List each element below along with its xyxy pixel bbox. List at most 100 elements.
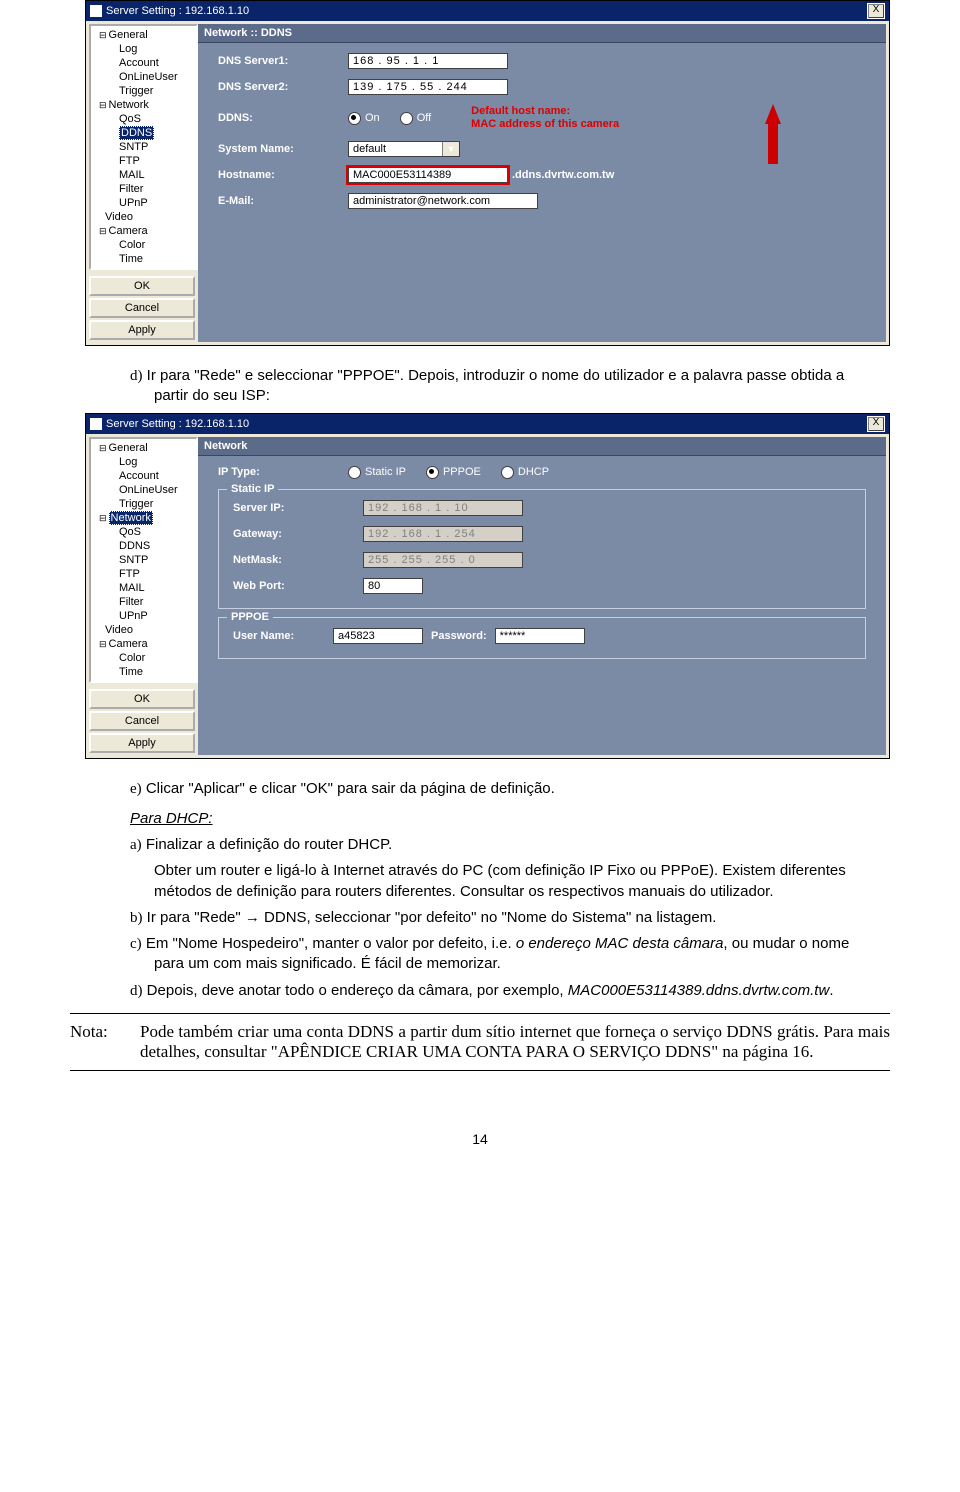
- tree-log[interactable]: Log: [91, 455, 196, 469]
- gateway-label: Gateway:: [233, 528, 363, 540]
- ddns-label: DDNS:: [218, 112, 348, 124]
- tree-account[interactable]: Account: [91, 469, 196, 483]
- username-label: User Name:: [233, 630, 333, 642]
- webport-field[interactable]: 80: [363, 578, 423, 594]
- tree-ftp[interactable]: FTP: [91, 567, 196, 581]
- tree-qos[interactable]: QoS: [91, 525, 196, 539]
- tree-video[interactable]: Video: [91, 623, 196, 637]
- fieldset-static-ip: Static IP Server IP: 192 . 168 . 1 . 10 …: [218, 489, 866, 609]
- cancel-button[interactable]: Cancel: [89, 711, 195, 731]
- dns1-label: DNS Server1:: [218, 55, 348, 67]
- close-icon[interactable]: X: [867, 3, 885, 19]
- app-icon: [90, 5, 102, 17]
- tree-color[interactable]: Color: [91, 651, 196, 665]
- app-icon: [90, 418, 102, 430]
- nav-tree[interactable]: General Log Account OnLineUser Trigger N…: [89, 437, 198, 683]
- window-ddns: Server Setting : 192.168.1.10 X General …: [85, 0, 890, 346]
- serverip-label: Server IP:: [233, 502, 363, 514]
- gateway-field: 192 . 168 . 1 . 254: [363, 526, 523, 542]
- password-field[interactable]: ******: [495, 628, 585, 644]
- dns1-field[interactable]: 168 . 95 . 1 . 1: [348, 53, 508, 69]
- iptype-dhcp-radio[interactable]: DHCP: [501, 466, 549, 479]
- tree-network[interactable]: Network: [91, 511, 196, 525]
- password-label: Password:: [431, 630, 487, 642]
- tree-onlineuser[interactable]: OnLineUser: [91, 70, 196, 84]
- tree-filter[interactable]: Filter: [91, 595, 196, 609]
- red-arrow-icon: [765, 104, 781, 164]
- tree-color[interactable]: Color: [91, 238, 196, 252]
- tree-mail[interactable]: MAIL: [91, 581, 196, 595]
- tree-onlineuser[interactable]: OnLineUser: [91, 483, 196, 497]
- tree-upnp[interactable]: UPnP: [91, 609, 196, 623]
- chevron-down-icon: ▼: [442, 142, 459, 156]
- dns2-label: DNS Server2:: [218, 81, 348, 93]
- ok-button[interactable]: OK: [89, 276, 195, 296]
- window-titlebar: Server Setting : 192.168.1.10 X: [86, 414, 889, 434]
- tree-upnp[interactable]: UPnP: [91, 196, 196, 210]
- fieldset-pppoe: PPPOE User Name: a45823 Password: ******: [218, 617, 866, 659]
- serverip-field: 192 . 168 . 1 . 10: [363, 500, 523, 516]
- tree-trigger[interactable]: Trigger: [91, 84, 196, 98]
- dhcp-step-d: d) Depois, deve anotar todo o endereço d…: [130, 981, 882, 1001]
- step-e: e) Clicar "Aplicar" e clicar "OK" para s…: [130, 779, 882, 799]
- apply-button[interactable]: Apply: [89, 733, 195, 753]
- step-d: d) Ir para "Rede" e seleccionar "PPPOE".…: [130, 366, 882, 407]
- hostname-label: Hostname:: [218, 169, 348, 181]
- window-titlebar: Server Setting : 192.168.1.10 X: [86, 1, 889, 21]
- tree-ddns[interactable]: DDNS: [91, 539, 196, 553]
- nota-label: Nota:: [70, 1022, 140, 1062]
- netmask-label: NetMask:: [233, 554, 363, 566]
- tree-account[interactable]: Account: [91, 56, 196, 70]
- nav-tree[interactable]: General Log Account OnLineUser Trigger N…: [89, 24, 198, 270]
- ok-button[interactable]: OK: [89, 689, 195, 709]
- hostname-field[interactable]: MAC000E53114389: [348, 167, 508, 183]
- default-hostname-note: Default host name:MAC address of this ca…: [471, 105, 619, 131]
- tree-ftp[interactable]: FTP: [91, 154, 196, 168]
- tree-mail[interactable]: MAIL: [91, 168, 196, 182]
- tree-network[interactable]: Network: [91, 98, 196, 112]
- tree-time[interactable]: Time: [91, 252, 196, 266]
- page-number: 14: [0, 1131, 960, 1147]
- tree-ddns[interactable]: DDNS: [91, 126, 196, 140]
- window-title: Server Setting : 192.168.1.10: [106, 418, 249, 430]
- dhcp-step-a: a) Finalizar a definição do router DHCP.: [130, 835, 882, 855]
- apply-button[interactable]: Apply: [89, 320, 195, 340]
- dhcp-step-c: c) Em "Nome Hospedeiro", manter o valor …: [130, 934, 882, 975]
- close-icon[interactable]: X: [867, 416, 885, 432]
- nota-block: Nota: Pode também criar uma conta DDNS a…: [70, 1013, 890, 1071]
- ddns-off-radio[interactable]: Off: [400, 112, 431, 125]
- tree-general[interactable]: General: [91, 28, 196, 42]
- tree-video[interactable]: Video: [91, 210, 196, 224]
- email-label: E-Mail:: [218, 195, 348, 207]
- dns2-field[interactable]: 139 . 175 . 55 . 244: [348, 79, 508, 95]
- tree-sntp[interactable]: SNTP: [91, 553, 196, 567]
- para-dhcp-heading: Para DHCP:: [130, 809, 882, 829]
- webport-label: Web Port:: [233, 580, 363, 592]
- systemname-select[interactable]: default ▼: [348, 141, 460, 157]
- tree-sntp[interactable]: SNTP: [91, 140, 196, 154]
- tree-camera[interactable]: Camera: [91, 224, 196, 238]
- window-title: Server Setting : 192.168.1.10: [106, 5, 249, 17]
- ddns-on-radio[interactable]: On: [348, 112, 380, 125]
- tree-qos[interactable]: QoS: [91, 112, 196, 126]
- tree-camera[interactable]: Camera: [91, 637, 196, 651]
- iptype-label: IP Type:: [218, 466, 348, 478]
- username-field[interactable]: a45823: [333, 628, 423, 644]
- tree-time[interactable]: Time: [91, 665, 196, 679]
- iptype-pppoe-radio[interactable]: PPPOE: [426, 466, 481, 479]
- iptype-static-radio[interactable]: Static IP: [348, 466, 406, 479]
- dhcp-step-a-cont: Obter um router e ligá-lo à Internet atr…: [130, 861, 882, 902]
- netmask-field: 255 . 255 . 255 . 0: [363, 552, 523, 568]
- tree-log[interactable]: Log: [91, 42, 196, 56]
- systemname-label: System Name:: [218, 143, 348, 155]
- window-network: Server Setting : 192.168.1.10 X General …: [85, 413, 890, 759]
- panel-header: Network :: DDNS: [198, 24, 886, 43]
- email-field[interactable]: administrator@network.com: [348, 193, 538, 209]
- cancel-button[interactable]: Cancel: [89, 298, 195, 318]
- nota-body: Pode também criar uma conta DDNS a parti…: [140, 1022, 890, 1062]
- panel-header: Network: [198, 437, 886, 456]
- tree-filter[interactable]: Filter: [91, 182, 196, 196]
- tree-trigger[interactable]: Trigger: [91, 497, 196, 511]
- hostname-suffix: .ddns.dvrtw.com.tw: [512, 169, 614, 181]
- tree-general[interactable]: General: [91, 441, 196, 455]
